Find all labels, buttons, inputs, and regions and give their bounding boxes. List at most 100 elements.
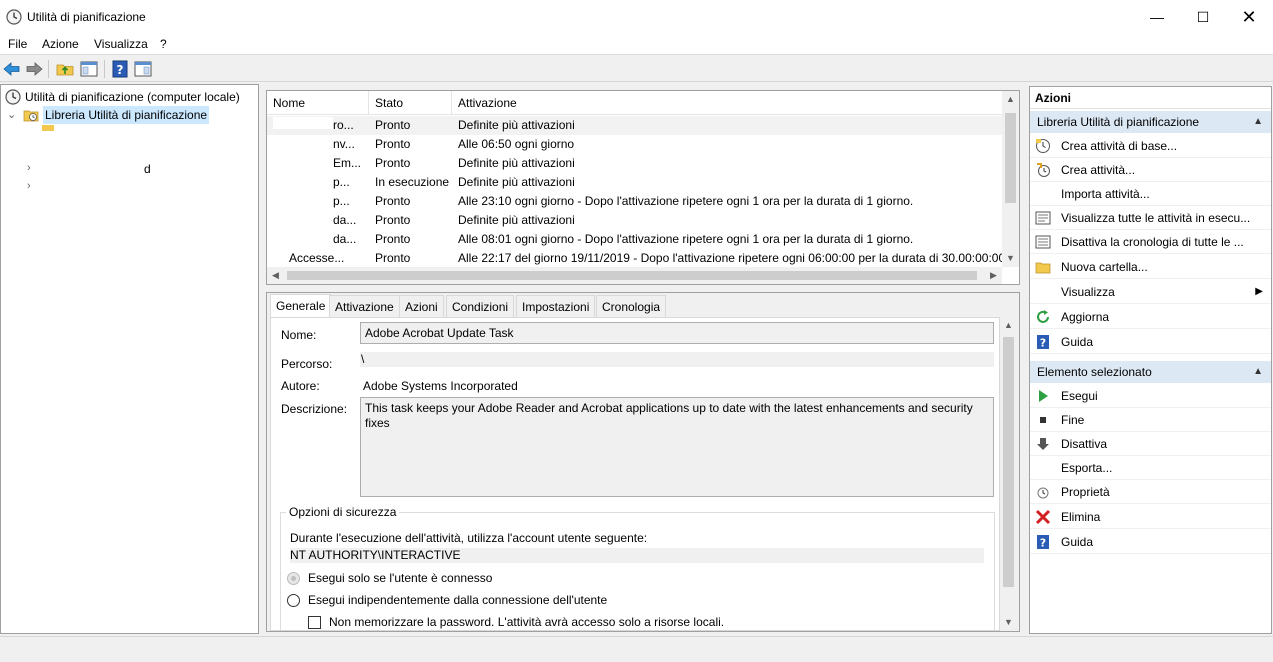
column-header-trigger[interactable]: Attivazione [452,91,1002,115]
scroll-thumb[interactable] [1005,113,1016,203]
table-row[interactable]: da... Pronto Definite più attivazioni [267,211,1002,230]
title-bar: Utilità di pianificazione — ☐ ✕ [0,0,1273,34]
action-create-basic-task[interactable]: Crea attività di base... [1030,134,1271,158]
menu-help[interactable]: ? [160,37,167,51]
action-label: Elimina [1061,510,1101,524]
action-help-selected[interactable]: ? Guida [1030,530,1271,554]
no-store-password-label: Non memorizzare la password. L'attività … [329,615,725,629]
table-row[interactable]: p... Pronto Alle 23:10 ogni giorno - Dop… [267,192,1002,211]
scroll-up-icon[interactable]: ▲ [1002,91,1019,108]
account-prompt: Durante l'esecuzione dell'attività, util… [290,531,648,545]
chevron-right-icon[interactable]: › [27,180,31,192]
general-tab-content: Nome: Adobe Acrobat Update Task Percorso… [270,317,1000,631]
show-hide-tree-icon[interactable] [79,59,99,79]
svg-text:?: ? [117,63,124,77]
scroll-down-icon[interactable]: ▼ [1002,250,1019,267]
no-store-password-checkbox[interactable] [308,616,321,629]
minimize-button[interactable]: — [1134,0,1180,34]
task-status: Pronto [375,156,411,170]
menu-azione[interactable]: Azione [42,37,79,51]
tab-cronologia[interactable]: Cronologia [596,295,667,317]
action-disable-history[interactable]: Disattiva la cronologia di tutte le ... [1030,230,1271,254]
collapse-icon[interactable]: ▲ [1253,361,1263,383]
chevron-right-icon[interactable]: › [27,162,31,174]
tab-azioni[interactable]: Azioni [399,295,444,317]
close-button[interactable]: ✕ [1226,0,1272,34]
create-task-icon [1037,163,1050,177]
folder-icon [42,125,54,131]
action-label: Guida [1061,535,1094,549]
action-view-running[interactable]: Visualizza tutte le attività in esecu... [1030,206,1271,230]
action-properties[interactable]: Proprietà [1030,480,1271,504]
forward-arrow-icon[interactable] [24,59,44,79]
folder-up-icon[interactable] [55,59,75,79]
toolbar-separator [104,60,105,78]
column-header-status[interactable]: Stato [369,91,452,115]
action-new-folder[interactable]: Nuova cartella... [1030,255,1271,279]
svg-text:?: ? [1040,537,1046,550]
section-selected-item[interactable]: Elemento selezionato ▲ [1030,361,1271,383]
table-row[interactable]: Em... Pronto Definite più attivazioni [267,154,1002,173]
action-label: Esegui [1061,389,1098,403]
name-field[interactable]: Adobe Acrobat Update Task [360,322,994,344]
action-refresh[interactable]: Aggiorna [1030,305,1271,329]
table-row[interactable]: Accesse... Pronto Alle 22:17 del giorno … [267,249,1002,268]
action-help-library[interactable]: ? Guida [1030,330,1271,354]
action-label: Nuova cartella... [1061,260,1148,274]
maximize-button[interactable]: ☐ [1180,0,1226,34]
help-icon[interactable]: ? [110,59,130,79]
tab-attivazione[interactable]: Attivazione [329,295,400,317]
task-trigger: Alle 08:01 ogni giorno - Dopo l'attivazi… [458,232,914,246]
tab-condizioni[interactable]: Condizioni [446,295,515,317]
clock-icon [5,89,21,105]
action-end[interactable]: Fine [1030,408,1271,432]
action-label: Disattiva la cronologia di tutte le ... [1061,235,1244,249]
show-hide-actions-icon[interactable] [133,59,153,79]
column-header-name[interactable]: Nome [267,91,369,115]
menu-visualizza[interactable]: Visualizza [94,37,148,51]
toolbar: ? [0,56,1273,82]
section-library-label: Libreria Utilità di pianificazione [1037,115,1200,129]
scroll-thumb[interactable] [287,271,977,280]
help-icon: ? [1037,335,1049,350]
tree-item-library[interactable]: Libreria Utilità di pianificazione [21,106,251,124]
description-label: Descrizione: [281,402,348,416]
table-row[interactable]: p... In esecuzione Definite più attivazi… [267,173,1002,192]
action-disable[interactable]: Disattiva [1030,432,1271,456]
run-only-logged-radio[interactable] [287,572,300,585]
scroll-down-icon[interactable]: ▼ [1000,614,1017,631]
action-run[interactable]: Esegui [1030,384,1271,408]
section-library[interactable]: Libreria Utilità di pianificazione ▲ [1030,111,1271,133]
menu-bar: File Azione Visualizza ? [0,34,1273,55]
table-row[interactable]: ro... Pronto Definite più attivazioni [267,116,1002,135]
description-field[interactable]: This task keeps your Adobe Reader and Ac… [360,397,994,497]
tree-item-label[interactable]: d [144,162,151,176]
table-row[interactable]: nv... Pronto Alle 06:50 ogni giorno [267,135,1002,154]
table-row[interactable]: da... Pronto Alle 08:01 ogni giorno - Do… [267,230,1002,249]
tree-item-root[interactable]: Utilità di pianificazione (computer loca… [3,88,258,106]
vertical-scrollbar[interactable]: ▲ ▼ [1002,91,1019,267]
actions-pane: Azioni Libreria Utilità di pianificazion… [1029,86,1272,634]
scroll-right-icon[interactable]: ▶ [985,267,1002,284]
action-delete[interactable]: Elimina [1030,505,1271,529]
scroll-up-icon[interactable]: ▲ [1000,317,1017,334]
task-name: p... [273,192,369,211]
action-import-task[interactable]: Importa attività... [1030,182,1271,206]
detail-vertical-scrollbar[interactable]: ▲ ▼ [1000,317,1017,631]
chevron-down-icon[interactable]: ⌄ [7,108,16,121]
action-export[interactable]: Esporta... [1030,456,1271,480]
action-label: Importa attività... [1061,187,1150,201]
run-regardless-radio[interactable] [287,594,300,607]
horizontal-scrollbar[interactable]: ◀ ▶ [267,267,1002,284]
menu-file[interactable]: File [8,37,27,51]
action-create-task[interactable]: Crea attività... [1030,158,1271,182]
collapse-icon[interactable]: ▲ [1253,111,1263,133]
tab-generale[interactable]: Generale [270,294,332,318]
scroll-left-icon[interactable]: ◀ [267,267,284,284]
tab-impostazioni[interactable]: Impostazioni [516,295,596,317]
help-icon: ? [1037,535,1049,550]
scroll-thumb[interactable] [1003,337,1014,587]
path-label: Percorso: [281,357,333,371]
back-arrow-icon[interactable] [2,59,22,79]
action-view[interactable]: Visualizza ▶ [1030,280,1271,304]
